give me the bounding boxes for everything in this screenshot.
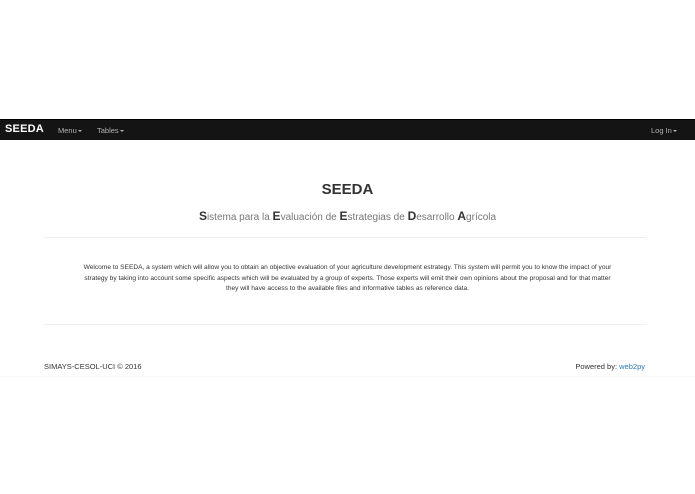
subtitle-text: strategias de xyxy=(347,212,408,223)
powered-by-label: Powered by: xyxy=(575,362,620,371)
subtitle-initial: D xyxy=(407,209,417,223)
brand-logo-link[interactable]: SEEDA xyxy=(5,123,44,135)
divider xyxy=(44,324,646,325)
subtitle-text: istema para la xyxy=(206,212,273,223)
page-title: SEEDA xyxy=(321,181,374,198)
subtitle-text: esarrollo xyxy=(416,212,458,223)
menu-dropdown[interactable]: Menu xyxy=(58,126,82,135)
subtitle-text: grícola xyxy=(466,212,497,223)
footer-copyright: SIMAYS-CESOL-UCI © 2016 xyxy=(44,362,142,371)
welcome-paragraph: Welcome to SEEDA, a system which will al… xyxy=(50,263,645,295)
caret-down-icon xyxy=(77,130,82,132)
caret-down-icon xyxy=(119,130,124,132)
tables-dropdown[interactable]: Tables xyxy=(97,126,124,135)
top-navbar: SEEDA Menu Tables Log In xyxy=(0,119,695,140)
login-dropdown-label: Log In xyxy=(651,126,672,135)
subtitle-initial: E xyxy=(272,209,281,223)
subtitle-initial: S xyxy=(198,209,207,223)
main-content xyxy=(0,140,695,376)
login-dropdown[interactable]: Log In xyxy=(651,126,677,135)
subtitle-initial: E xyxy=(339,209,348,223)
page-subtitle: Sistema para la Evaluación de Estrategia… xyxy=(0,209,695,223)
welcome-line: strategy by taking into account some spe… xyxy=(84,274,611,282)
subtitle-text: valuación de xyxy=(280,212,340,223)
divider xyxy=(44,237,646,238)
subtitle-initial: A xyxy=(457,209,467,223)
tables-dropdown-label: Tables xyxy=(97,126,119,135)
caret-down-icon xyxy=(672,130,677,132)
welcome-line: they will have access to the available f… xyxy=(225,285,469,292)
menu-dropdown-label: Menu xyxy=(58,126,77,135)
footer-powered-by: Powered by: web2py xyxy=(575,362,645,371)
welcome-line: Welcome to SEEDA, a system which will al… xyxy=(83,264,612,271)
web2py-link[interactable]: web2py xyxy=(619,362,645,371)
